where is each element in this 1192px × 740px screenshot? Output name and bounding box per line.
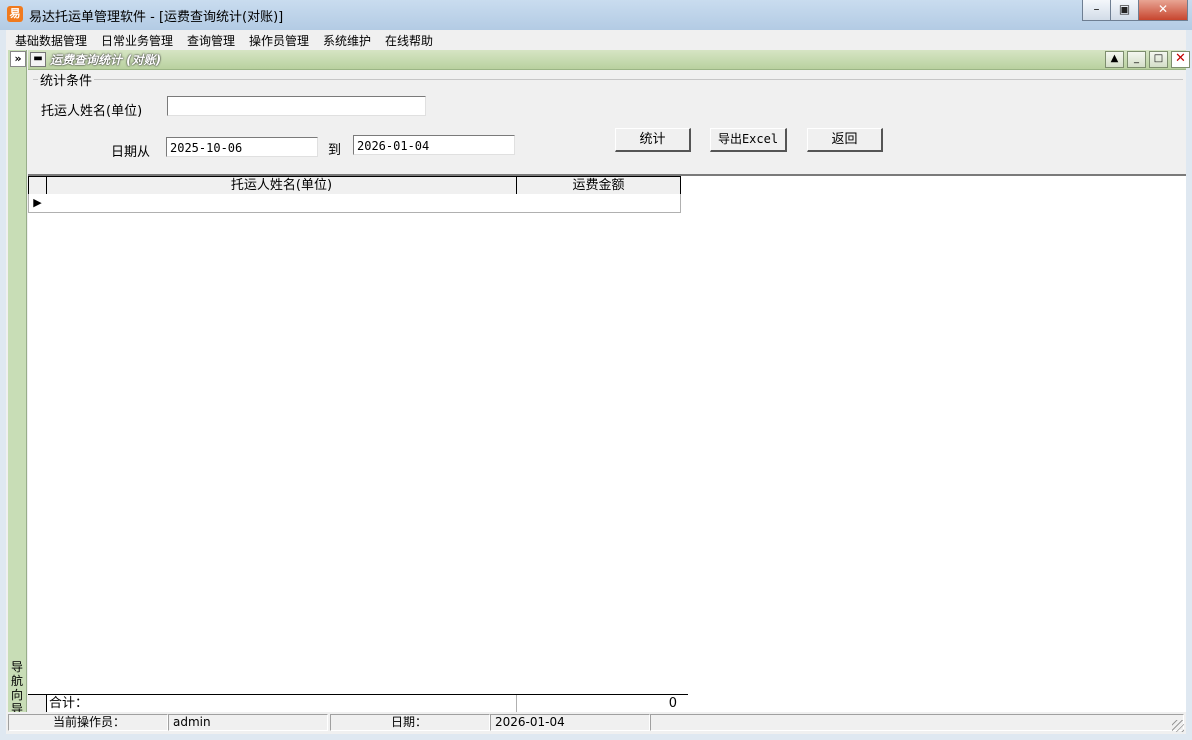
date-from-label: 日期从 <box>111 145 151 160</box>
minimize-button[interactable]: – <box>1082 0 1111 21</box>
group-title: 统计条件 <box>38 70 95 89</box>
result-grid: 托运人姓名(单位) 运费金额 ▶ 合计： 0 <box>28 174 1186 714</box>
title-bar: 易 易达托运单管理软件 - [运费查询统计(对账)] – ▣ ✕ <box>0 0 1192 30</box>
grid-corner <box>28 176 47 195</box>
shipper-name-label: 托运人姓名(单位) <box>41 104 143 119</box>
grid-total-row: 合计： 0 <box>28 694 688 714</box>
menu-query[interactable]: 查询管理 <box>187 32 235 49</box>
navigation-strip: » 导航向导 <box>8 50 27 716</box>
nav-label[interactable]: 导航向导 <box>10 660 24 716</box>
operator-label: 当前操作员： <box>8 714 168 731</box>
date-label: 日期： <box>330 714 490 731</box>
menu-bar: 基础数据管理 日常业务管理 查询管理 操作员管理 系统维护 在线帮助 <box>6 30 1186 50</box>
menu-help[interactable]: 在线帮助 <box>385 32 433 49</box>
criteria-group: 统计条件 <box>33 70 1183 172</box>
resize-grip-icon[interactable] <box>1172 720 1184 732</box>
date-value: 2026-01-04 <box>490 714 650 731</box>
date-to-label: 到 <box>328 143 342 158</box>
menu-operator[interactable]: 操作员管理 <box>249 32 309 49</box>
child-window-caption: ▬ 运费查询统计 (对账) ▲ _ □ ✕ <box>28 50 1190 70</box>
child-restore-up-button[interactable]: ▲ <box>1105 51 1124 68</box>
child-close-button[interactable]: ✕ <box>1171 51 1190 68</box>
close-button[interactable]: ✕ <box>1138 0 1188 21</box>
menu-basic-data[interactable]: 基础数据管理 <box>15 32 87 49</box>
menu-daily-business[interactable]: 日常业务管理 <box>101 32 173 49</box>
date-from-input[interactable]: 2025-10-06 <box>166 137 318 157</box>
shipper-name-input[interactable] <box>167 96 426 116</box>
mdi-workspace: » 导航向导 ▬ 运费查询统计 (对账) ▲ _ □ ✕ 统计条件 托运人姓名(… <box>6 50 1190 716</box>
restore-button[interactable]: ▣ <box>1110 0 1139 21</box>
expand-nav-icon[interactable]: » <box>10 51 26 67</box>
row-selector-icon[interactable]: ▶ <box>28 194 47 213</box>
child-maximize-button[interactable]: □ <box>1149 51 1168 68</box>
export-excel-button[interactable]: 导出Excel <box>710 128 787 152</box>
child-window-title: 运费查询统计 (对账) <box>50 53 162 67</box>
table-cell-shipper[interactable] <box>46 194 517 213</box>
child-system-menu-icon[interactable]: ▬ <box>30 52 46 67</box>
window-title: 易达托运单管理软件 - [运费查询统计(对账)] <box>29 10 284 25</box>
status-bar: 当前操作员： admin 日期： 2026-01-04 <box>6 712 1186 734</box>
column-header-freight[interactable]: 运费金额 <box>516 176 681 195</box>
status-empty-panel <box>650 714 1184 731</box>
date-to-input[interactable]: 2026-01-04 <box>353 135 515 155</box>
stats-button[interactable]: 统计 <box>615 128 691 152</box>
table-cell-freight[interactable] <box>516 194 681 213</box>
back-button[interactable]: 返回 <box>807 128 883 152</box>
operator-value: admin <box>168 714 328 731</box>
column-header-shipper[interactable]: 托运人姓名(单位) <box>46 176 517 195</box>
app-logo-icon: 易 <box>7 6 23 22</box>
menu-system[interactable]: 系统维护 <box>323 32 371 49</box>
child-minimize-button[interactable]: _ <box>1127 51 1146 68</box>
